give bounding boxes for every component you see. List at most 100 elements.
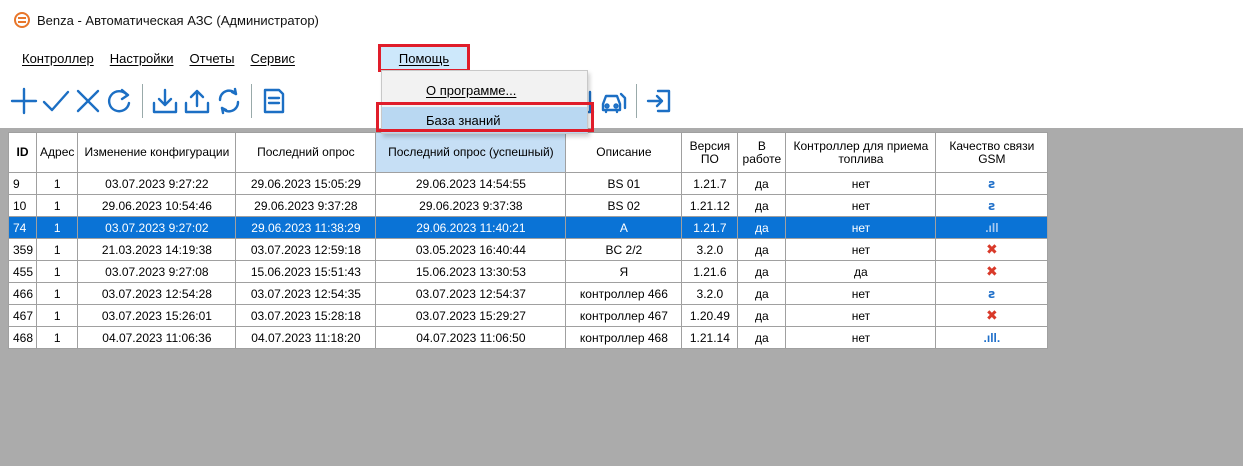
table-row[interactable]: 10 1 29.06.2023 10:54:46 29.06.2023 9:37…	[7, 194, 1049, 217]
cell-id: 468	[7, 326, 38, 349]
cell-id: 74	[7, 216, 38, 239]
column-header-version[interactable]: Версия ПО	[681, 132, 739, 173]
cell-id: 10	[7, 194, 38, 217]
cell-address: 1	[36, 194, 79, 217]
cell-description: контроллер 466	[565, 282, 683, 305]
column-header-id[interactable]: ID	[7, 132, 38, 173]
cell-last-successful-poll: 03.07.2023 12:54:37	[375, 282, 567, 305]
cell-version: 3.2.0	[681, 282, 739, 305]
cell-in-work: да	[737, 194, 787, 217]
cell-fuel-controller: нет	[785, 304, 937, 327]
menu-help[interactable]: Помощь	[378, 44, 470, 72]
column-header-config-change[interactable]: Изменение конфигурации	[77, 132, 237, 173]
upload-icon	[184, 89, 210, 114]
cell-id: 9	[7, 172, 38, 195]
controllers-table: ID Адрес Изменение конфигурации Последни…	[7, 132, 1049, 349]
cell-description: контроллер 467	[565, 304, 683, 327]
refresh-icon	[108, 88, 131, 113]
table-row[interactable]: 467 1 03.07.2023 15:26:01 03.07.2023 15:…	[7, 304, 1049, 327]
login-icon	[646, 89, 671, 113]
cell-last-poll: 04.07.2023 11:18:20	[235, 326, 377, 349]
table-row[interactable]: 466 1 03.07.2023 12:54:28 03.07.2023 12:…	[7, 282, 1049, 305]
login-button[interactable]	[643, 81, 675, 121]
cell-fuel-controller: нет	[785, 238, 937, 261]
add-button[interactable]	[8, 81, 40, 121]
cell-config-change: 21.03.2023 14:19:38	[77, 238, 237, 261]
vehicle-fuel-button[interactable]	[598, 81, 630, 121]
column-header-description[interactable]: Описание	[565, 132, 683, 173]
cell-description: BS 01	[565, 172, 683, 195]
column-header-in-work[interactable]: В работе	[737, 132, 787, 173]
table-row-selected[interactable]: 74 1 03.07.2023 9:27:02 29.06.2023 11:38…	[7, 216, 1049, 239]
upload-button[interactable]	[181, 81, 213, 121]
gsm-no-signal-icon: ꙅ	[988, 176, 996, 191]
gsm-signal-icon: .ıll	[985, 220, 999, 235]
delete-button[interactable]	[72, 81, 104, 121]
cell-fuel-controller: нет	[785, 326, 937, 349]
gsm-error-icon: ✖	[986, 241, 998, 257]
table-row[interactable]: 455 1 03.07.2023 9:27:08 15.06.2023 15:5…	[7, 260, 1049, 283]
toolbar-separator	[636, 84, 637, 118]
cell-version: 1.21.7	[681, 216, 739, 239]
cell-description: контроллер 468	[565, 326, 683, 349]
cell-config-change: 03.07.2023 15:26:01	[77, 304, 237, 327]
download-button[interactable]	[149, 81, 181, 121]
cell-in-work: да	[737, 326, 787, 349]
cell-config-change: 03.07.2023 12:54:28	[77, 282, 237, 305]
cell-version: 1.21.7	[681, 172, 739, 195]
menu-service[interactable]: Сервис	[242, 48, 303, 69]
cell-description: Я	[565, 260, 683, 283]
cell-gsm-quality: ✖	[935, 260, 1049, 283]
cell-version: 3.2.0	[681, 238, 739, 261]
cell-in-work: да	[737, 216, 787, 239]
table-row[interactable]: 359 1 21.03.2023 14:19:38 03.07.2023 12:…	[7, 238, 1049, 261]
cell-in-work: да	[737, 260, 787, 283]
cell-gsm-quality: ✖	[935, 238, 1049, 261]
column-header-address[interactable]: Адрес	[36, 132, 79, 173]
cell-address: 1	[36, 260, 79, 283]
menu-bar: Контроллер Настройки Отчеты Сервис Помощ…	[0, 44, 1243, 72]
app-logo-icon	[14, 12, 30, 28]
column-header-last-poll[interactable]: Последний опрос	[235, 132, 377, 173]
cross-icon	[76, 89, 100, 113]
cell-last-poll: 03.07.2023 15:28:18	[235, 304, 377, 327]
document-button[interactable]	[258, 81, 290, 121]
cell-last-successful-poll: 29.06.2023 11:40:21	[375, 216, 567, 239]
cell-description: BS 02	[565, 194, 683, 217]
grid-background: ID Адрес Изменение конфигурации Последни…	[0, 128, 1243, 466]
cell-fuel-controller: да	[785, 260, 937, 283]
toolbar-separator	[251, 84, 252, 118]
cell-version: 1.20.49	[681, 304, 739, 327]
cell-config-change: 04.07.2023 11:06:36	[77, 326, 237, 349]
cell-address: 1	[36, 282, 79, 305]
cell-last-successful-poll: 29.06.2023 9:37:38	[375, 194, 567, 217]
refresh-button[interactable]	[104, 81, 136, 121]
apply-button[interactable]	[40, 81, 72, 121]
cell-version: 1.21.12	[681, 194, 739, 217]
table-row[interactable]: 9 1 03.07.2023 9:27:22 29.06.2023 15:05:…	[7, 172, 1049, 195]
cell-last-poll: 29.06.2023 15:05:29	[235, 172, 377, 195]
plus-icon	[10, 87, 38, 115]
cell-id: 466	[7, 282, 38, 305]
cell-description: A	[565, 216, 683, 239]
window-title: Benza - Автоматическая АЗС (Администрато…	[37, 12, 319, 28]
cell-id: 467	[7, 304, 38, 327]
cell-address: 1	[36, 172, 79, 195]
cell-address: 1	[36, 326, 79, 349]
table-header-row: ID Адрес Изменение конфигурации Последни…	[7, 132, 1049, 173]
column-header-fuel-controller[interactable]: Контроллер для приема топлива	[785, 132, 937, 173]
cell-last-successful-poll: 04.07.2023 11:06:50	[375, 326, 567, 349]
cell-gsm-quality: ꙅ	[935, 172, 1049, 195]
document-icon	[263, 88, 285, 114]
menu-reports[interactable]: Отчеты	[182, 48, 243, 69]
sync-button[interactable]	[213, 81, 245, 121]
menu-settings[interactable]: Настройки	[102, 48, 182, 69]
table-row[interactable]: 468 1 04.07.2023 11:06:36 04.07.2023 11:…	[7, 326, 1049, 349]
cell-last-poll: 03.07.2023 12:54:35	[235, 282, 377, 305]
menu-controller[interactable]: Контроллер	[14, 48, 102, 69]
cell-in-work: да	[737, 172, 787, 195]
menu-item-about[interactable]: О программе...	[382, 77, 587, 103]
cell-fuel-controller: нет	[785, 194, 937, 217]
column-header-gsm-quality[interactable]: Качество связи GSM	[935, 132, 1049, 173]
column-header-last-successful-poll[interactable]: Последний опрос (успешный)	[375, 132, 567, 173]
